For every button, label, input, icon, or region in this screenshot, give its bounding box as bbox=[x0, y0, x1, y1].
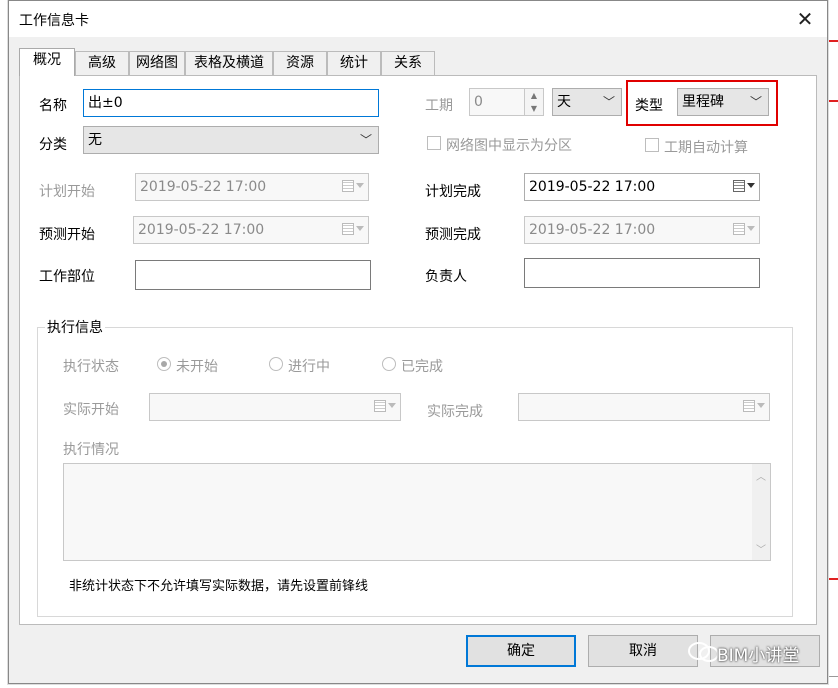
owner-input[interactable] bbox=[524, 258, 760, 288]
name-input[interactable]: 出±0 bbox=[83, 89, 379, 117]
plan-finish-label: 计划完成 bbox=[425, 184, 481, 200]
forecast-finish-label: 预测完成 bbox=[425, 227, 481, 243]
type-value: 里程碑 bbox=[682, 94, 724, 110]
forecast-start-label: 预测开始 bbox=[39, 227, 95, 243]
wechat-icon bbox=[688, 642, 719, 662]
actual-finish-label: 实际完成 bbox=[427, 404, 483, 420]
category-select[interactable]: 无 ﹀ bbox=[83, 126, 379, 154]
textarea-scrollbar[interactable]: ︿ ﹀ bbox=[752, 464, 770, 560]
close-icon[interactable]: ✕ bbox=[793, 7, 817, 31]
spin-up-icon[interactable]: ▲ bbox=[525, 89, 543, 102]
gantt-marker bbox=[829, 578, 838, 580]
status-option-label: 已完成 bbox=[401, 359, 443, 375]
spin-down-icon[interactable]: ▼ bbox=[525, 102, 543, 115]
actual-start-label: 实际开始 bbox=[63, 402, 119, 418]
scroll-up-icon[interactable]: ︿ bbox=[752, 468, 770, 483]
work-part-label: 工作部位 bbox=[39, 269, 95, 285]
status-radio-in-progress[interactable] bbox=[269, 357, 283, 371]
duration-label: 工期 bbox=[425, 98, 453, 114]
tab-statistics[interactable]: 统计 bbox=[327, 51, 381, 75]
status-radio-not-started[interactable] bbox=[157, 357, 171, 371]
chevron-down-icon: ﹀ bbox=[602, 95, 615, 109]
status-option-label: 未开始 bbox=[176, 359, 218, 375]
plan-finish-value: 2019-05-22 17:00 bbox=[529, 179, 656, 195]
gantt-marker bbox=[829, 100, 838, 102]
execution-note: 非统计状态下不允许填写实际数据，请先设置前锋线 bbox=[69, 579, 369, 594]
situation-textarea[interactable]: ︿ ﹀ bbox=[63, 463, 771, 561]
gantt-marker bbox=[829, 40, 838, 42]
work-info-dialog: 工作信息卡 ✕ 概况 高级 网络图 表格及横道 资源 统计 关系 名称 出±0 … bbox=[8, 0, 828, 684]
calendar-icon[interactable] bbox=[733, 222, 755, 238]
forecast-start-input[interactable]: 2019-05-22 17:00 bbox=[133, 216, 369, 244]
tab-table-gantt[interactable]: 表格及横道 bbox=[185, 51, 273, 75]
work-part-input[interactable] bbox=[135, 260, 371, 290]
partition-checkbox-label: 网络图中显示为分区 bbox=[446, 138, 572, 154]
auto-duration-label: 工期自动计算 bbox=[664, 140, 748, 156]
actual-start-input[interactable] bbox=[149, 393, 401, 421]
scroll-down-icon[interactable]: ﹀ bbox=[752, 541, 770, 556]
plan-start-value: 2019-05-22 17:00 bbox=[140, 179, 267, 195]
duration-unit-value: 天 bbox=[557, 94, 571, 110]
calendar-icon[interactable] bbox=[743, 399, 765, 415]
type-select[interactable]: 里程碑 ﹀ bbox=[677, 88, 769, 116]
tab-overview[interactable]: 概况 bbox=[19, 48, 75, 76]
execution-group-title: 执行信息 bbox=[45, 317, 105, 337]
category-label: 分类 bbox=[39, 137, 67, 153]
status-radio-completed[interactable] bbox=[382, 357, 396, 371]
calendar-icon[interactable] bbox=[342, 179, 364, 195]
ok-button[interactable]: 确定 bbox=[466, 635, 576, 667]
chevron-down-icon: ﹀ bbox=[749, 95, 762, 109]
calendar-icon[interactable] bbox=[374, 399, 396, 415]
cancel-button[interactable]: 取消 bbox=[588, 635, 698, 667]
calendar-icon[interactable] bbox=[342, 222, 364, 238]
actual-finish-input[interactable] bbox=[518, 393, 770, 421]
forecast-start-value: 2019-05-22 17:00 bbox=[138, 222, 265, 238]
type-label: 类型 bbox=[635, 98, 663, 114]
watermark-text: BIM小讲堂 bbox=[717, 646, 800, 666]
owner-label: 负责人 bbox=[425, 269, 467, 285]
plan-start-label: 计划开始 bbox=[39, 184, 95, 200]
situation-label: 执行情况 bbox=[63, 442, 119, 458]
plan-start-input[interactable]: 2019-05-22 17:00 bbox=[135, 173, 369, 201]
auto-duration-checkbox[interactable] bbox=[645, 138, 659, 152]
partition-checkbox[interactable] bbox=[427, 136, 441, 150]
dialog-title: 工作信息卡 bbox=[19, 13, 89, 29]
tab-network[interactable]: 网络图 bbox=[129, 51, 185, 75]
status-label: 执行状态 bbox=[63, 359, 119, 375]
tab-advanced[interactable]: 高级 bbox=[75, 51, 129, 75]
duration-input[interactable]: 0 bbox=[469, 88, 525, 116]
forecast-finish-input[interactable]: 2019-05-22 17:00 bbox=[524, 216, 760, 244]
tab-resources[interactable]: 资源 bbox=[273, 51, 327, 75]
chevron-down-icon: ﹀ bbox=[359, 133, 372, 147]
duration-unit-select[interactable]: 天 ﹀ bbox=[552, 88, 622, 116]
calendar-icon[interactable] bbox=[733, 179, 755, 195]
forecast-finish-value: 2019-05-22 17:00 bbox=[529, 222, 656, 238]
plan-finish-input[interactable]: 2019-05-22 17:00 bbox=[524, 173, 760, 201]
tab-relations[interactable]: 关系 bbox=[381, 51, 435, 75]
status-option-label: 进行中 bbox=[288, 359, 330, 375]
category-value: 无 bbox=[88, 132, 102, 148]
duration-spinner[interactable]: ▲ ▼ bbox=[524, 88, 544, 116]
name-label: 名称 bbox=[39, 98, 67, 114]
title-bar[interactable]: 工作信息卡 ✕ bbox=[9, 1, 827, 37]
